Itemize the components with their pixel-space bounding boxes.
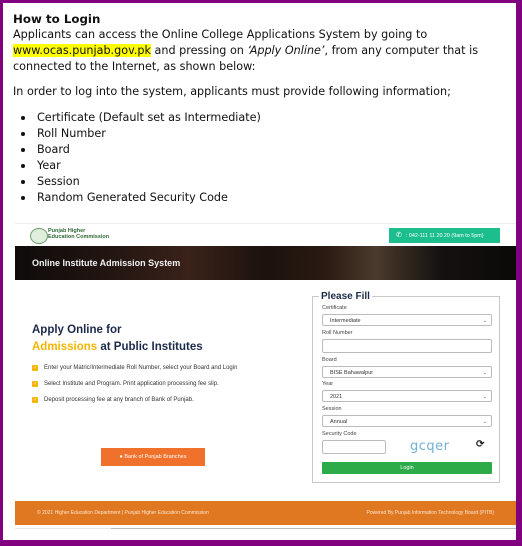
board-label: Board xyxy=(322,357,337,363)
session-select[interactable]: Annual ⌄ xyxy=(322,415,492,427)
refresh-icon[interactable]: ⟳ xyxy=(476,439,484,450)
phec-logo-icon xyxy=(30,228,48,244)
board-value: BISE Bahawalpur xyxy=(330,370,374,376)
checkbox-icon: ✓ xyxy=(32,381,38,387)
step-text: Enter your Matric/Intermediate Roll Numb… xyxy=(44,365,238,371)
divider xyxy=(15,528,516,529)
year-select[interactable]: 2021 ⌄ xyxy=(322,390,492,402)
footer-powered-by: Powered By Punjab Information Technology… xyxy=(366,510,494,516)
checkbox-icon: ✓ xyxy=(32,397,38,403)
certificate-label: Certificate xyxy=(322,305,347,311)
session-label: Session xyxy=(322,406,342,412)
step-text: Select Institute and Program. Print appl… xyxy=(44,381,219,387)
site-footer: © 2021 Higher Education Department | Pun… xyxy=(15,501,516,525)
chevron-down-icon: ⌄ xyxy=(482,419,487,425)
requirements-paragraph: In order to log into the system, applica… xyxy=(13,85,451,98)
logo-line2: Education Commission xyxy=(48,234,110,240)
certificate-value: Intermediate xyxy=(330,318,361,324)
logo-text: Punjab Higher Education Commission xyxy=(48,228,109,240)
helpline-badge: ✆: 042-111 11 20 20 (9am to 5pm) xyxy=(389,228,500,243)
bank-branches-button[interactable]: ● Bank of Punjab Branches xyxy=(101,448,205,466)
security-code-input[interactable] xyxy=(322,440,386,454)
footer-copyright: © 2021 Higher Education Department | Pun… xyxy=(37,510,209,516)
list-item: Board xyxy=(13,142,513,158)
chevron-down-icon: ⌄ xyxy=(482,394,487,400)
list-item: Session xyxy=(13,174,513,190)
board-select[interactable]: BISE Bahawalpur ⌄ xyxy=(322,366,492,378)
year-label: Year xyxy=(322,381,334,387)
intro-text: and pressing on xyxy=(150,44,248,57)
list-item: Roll Number xyxy=(13,126,513,142)
banner-title: Online Institute Admission System xyxy=(32,258,181,268)
divider-segment xyxy=(15,528,111,529)
title-rest: at Public Institutes xyxy=(97,341,203,353)
bank-button-label: Bank of Punjab Branches xyxy=(124,454,187,460)
helpline-text: : 042-111 11 20 20 (9am to 5pm) xyxy=(405,233,484,239)
embedded-website-screenshot: Punjab Higher Education Commission ✆: 04… xyxy=(15,223,516,529)
list-item: Year xyxy=(13,158,513,174)
list-item: Random Generated Security Code xyxy=(13,190,513,206)
title-accent: Admissions xyxy=(32,341,98,353)
apply-online-emphasis: ‘Apply Online’ xyxy=(247,44,325,57)
captcha-image: gcqer xyxy=(410,439,450,454)
title-line2: Admissions at Public Institutes xyxy=(32,339,203,356)
year-value: 2021 xyxy=(330,394,343,400)
document-page: How to Login Applicants can access the O… xyxy=(3,3,516,540)
certificate-select[interactable]: Intermediate ⌄ xyxy=(322,314,492,326)
title-line1: Apply Online for xyxy=(32,324,122,336)
roll-number-label: Roll Number xyxy=(322,330,353,336)
apply-online-title: Apply Online for Admissions at Public In… xyxy=(32,322,203,356)
checkbox-icon: ✓ xyxy=(32,365,38,371)
section-heading: How to Login xyxy=(13,12,101,26)
hero-banner: Online Institute Admission System xyxy=(15,246,516,280)
intro-text: Applicants can access the Online College… xyxy=(13,28,428,41)
document-body: How to Login Applicants can access the O… xyxy=(13,11,513,206)
list-item: Certificate (Default set as Intermediate… xyxy=(13,110,513,126)
site-header: Punjab Higher Education Commission ✆: 04… xyxy=(15,223,516,246)
form-legend: Please Fill xyxy=(319,291,372,302)
security-code-label: Security Code xyxy=(322,431,357,437)
ocas-link[interactable]: www.ocas.punjab.gov.pk xyxy=(13,44,151,57)
chevron-down-icon: ⌄ xyxy=(482,318,487,324)
requirements-list: Certificate (Default set as Intermediate… xyxy=(13,110,513,206)
map-marker-icon: ● xyxy=(119,454,123,460)
step-text: Deposit processing fee at any branch of … xyxy=(44,397,194,403)
session-value: Annual xyxy=(330,419,348,425)
chevron-down-icon: ⌄ xyxy=(482,370,487,376)
roll-number-input[interactable] xyxy=(322,339,492,353)
login-form: Please Fill Certificate Intermediate ⌄ Ro… xyxy=(312,292,500,483)
login-button[interactable]: Login xyxy=(322,462,492,474)
phone-icon: ✆ xyxy=(396,232,402,239)
intro-paragraph: Applicants can access the Online College… xyxy=(13,27,513,75)
